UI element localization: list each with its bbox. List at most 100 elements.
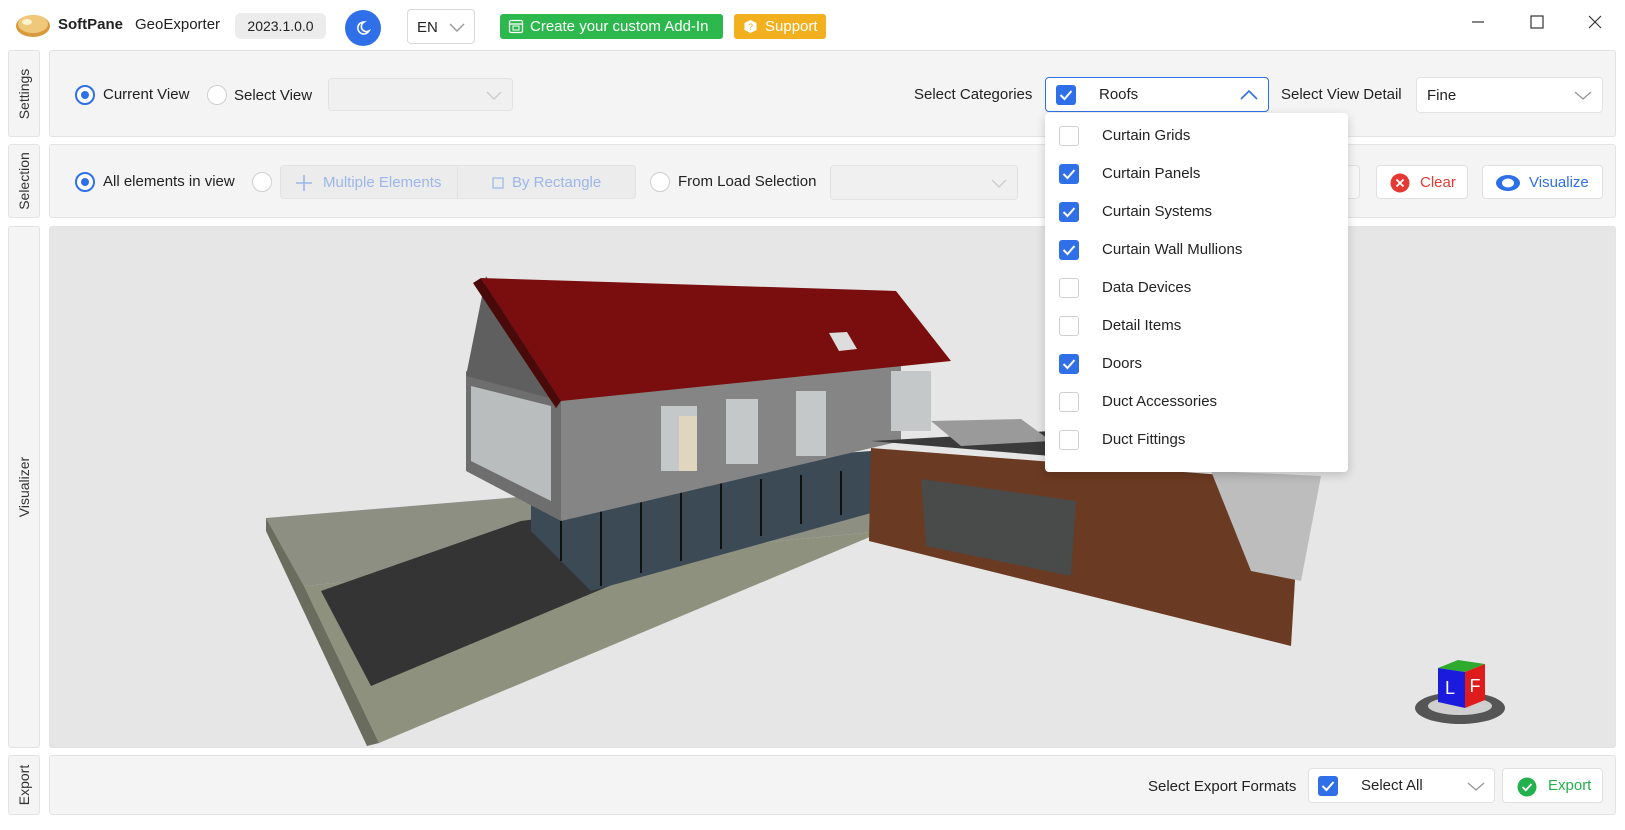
multiple-elements-radio[interactable] [252, 172, 272, 192]
language-value: EN [417, 19, 438, 36]
categories-menu: Curtain Grids Curtain Panels Curtain Syste… [1045, 113, 1348, 472]
category-checkbox[interactable] [1059, 354, 1079, 374]
current-view-radio[interactable] [75, 85, 95, 105]
categories-label: Select Categories [914, 86, 1033, 103]
eye-icon [1496, 175, 1520, 191]
title-bar: SoftPane GeoExporter 2023.1.0.0 EN Creat… [0, 0, 1625, 48]
tab-settings-label: Settings [16, 68, 32, 119]
category-label: Data Devices [1102, 279, 1192, 296]
current-view-label: Current View [103, 86, 190, 103]
view-detail-label: Select View Detail [1281, 86, 1402, 103]
support-label: Support [765, 18, 818, 35]
app-name: GeoExporter [135, 16, 221, 33]
categories-dropdown[interactable]: Roofs [1045, 77, 1269, 112]
category-option[interactable]: Doors [1045, 345, 1348, 383]
visualizer-viewport[interactable]: L F [49, 226, 1616, 748]
category-checkbox[interactable] [1059, 430, 1079, 450]
view-detail-dropdown[interactable]: Fine [1416, 77, 1603, 113]
category-option[interactable]: Detail Items [1045, 307, 1348, 345]
select-view-dropdown[interactable] [328, 78, 513, 111]
chevron-down-icon [1574, 91, 1592, 100]
view-cube-front-face: F [1470, 676, 1481, 696]
multiple-elements-label: Multiple Elements [323, 174, 442, 191]
by-rectangle-button[interactable]: By Rectangle [457, 165, 636, 199]
tab-visualizer-label: Visualizer [16, 456, 32, 518]
language-select[interactable]: EN [407, 9, 475, 44]
category-option[interactable]: Curtain Grids [1045, 117, 1348, 155]
category-option[interactable]: Data Devices [1045, 269, 1348, 307]
tab-export-label: Export [16, 764, 32, 806]
category-checkbox[interactable] [1059, 202, 1079, 222]
tab-export[interactable]: Export [8, 755, 40, 815]
svg-text:?: ? [748, 22, 753, 32]
check-icon [1062, 169, 1076, 180]
tab-selection-label: Selection [16, 152, 32, 210]
export-check-icon [1517, 777, 1537, 797]
view-cube-left-face: L [1445, 678, 1455, 698]
minimize-icon[interactable] [1461, 8, 1495, 36]
chevron-down-icon [486, 91, 502, 100]
plus-icon [296, 175, 312, 191]
check-icon [1321, 781, 1335, 792]
close-icon[interactable] [1578, 8, 1612, 36]
category-option[interactable]: Curtain Panels [1045, 155, 1348, 193]
create-addin-button[interactable]: Create your custom Add-In [500, 14, 723, 39]
tab-visualizer[interactable]: Visualizer [8, 226, 40, 748]
category-option[interactable]: Duct Fittings [1045, 421, 1348, 459]
category-label: Duct Fittings [1102, 431, 1186, 448]
categories-select-all-checkbox[interactable] [1056, 85, 1076, 105]
clear-button[interactable]: Clear [1376, 165, 1468, 199]
view-detail-value: Fine [1427, 87, 1457, 104]
export-select-all-checkbox[interactable] [1318, 776, 1338, 796]
moon-icon [357, 21, 372, 35]
from-load-radio[interactable] [650, 172, 670, 192]
category-checkbox[interactable] [1059, 392, 1079, 412]
category-checkbox[interactable] [1059, 240, 1079, 260]
tab-selection[interactable]: Selection [8, 144, 40, 218]
category-checkbox[interactable] [1059, 126, 1079, 146]
category-label: Curtain Grids [1102, 127, 1191, 144]
category-label: Detail Items [1102, 317, 1182, 334]
create-addin-label: Create your custom Add-In [530, 18, 709, 35]
category-option[interactable]: Duct Accessories [1045, 383, 1348, 421]
export-formats-dropdown[interactable]: Select All [1308, 768, 1495, 803]
select-view-label: Select View [234, 87, 313, 104]
clear-icon [1390, 173, 1410, 193]
category-checkbox[interactable] [1059, 164, 1079, 184]
chevron-down-icon [1467, 782, 1485, 791]
category-option[interactable]: Curtain Wall Mullions [1045, 231, 1348, 269]
category-option[interactable]: Curtain Systems [1045, 193, 1348, 231]
visualize-label: Visualize [1529, 174, 1589, 191]
check-icon [1062, 207, 1076, 218]
check-icon [1062, 359, 1076, 370]
select-view-radio[interactable] [207, 85, 227, 105]
calendar-icon [508, 19, 524, 34]
clear-label: Clear [1420, 174, 1456, 191]
export-formats-value: Select All [1361, 777, 1423, 794]
category-label: Duct Accessories [1102, 393, 1218, 410]
theme-toggle-button[interactable] [345, 10, 381, 46]
category-label: Curtain Systems [1102, 203, 1213, 220]
all-elements-label: All elements in view [103, 173, 235, 190]
maximize-icon[interactable] [1520, 8, 1554, 36]
visualize-button[interactable]: Visualize [1482, 165, 1603, 199]
export-formats-label: Select Export Formats [1148, 778, 1297, 795]
brand-name: SoftPane [58, 16, 124, 33]
view-cube[interactable]: L F [1413, 656, 1508, 728]
support-button[interactable]: ? Support [734, 14, 826, 39]
load-selection-dropdown[interactable] [830, 165, 1018, 200]
version-badge: 2023.1.0.0 [235, 13, 326, 39]
category-checkbox[interactable] [1059, 316, 1079, 336]
check-icon [1059, 90, 1073, 101]
category-checkbox[interactable] [1059, 278, 1079, 298]
multiple-elements-button[interactable]: Multiple Elements [280, 165, 458, 199]
category-label: Curtain Wall Mullions [1102, 241, 1243, 258]
chevron-up-icon [1240, 89, 1258, 100]
export-button[interactable]: Export [1502, 768, 1603, 803]
tab-settings[interactable]: Settings [8, 50, 40, 137]
building-model[interactable] [50, 227, 1616, 748]
categories-value: Roofs [1099, 86, 1139, 103]
app-logo-icon [16, 15, 50, 37]
chevron-down-icon [991, 179, 1007, 188]
all-elements-radio[interactable] [75, 172, 95, 192]
